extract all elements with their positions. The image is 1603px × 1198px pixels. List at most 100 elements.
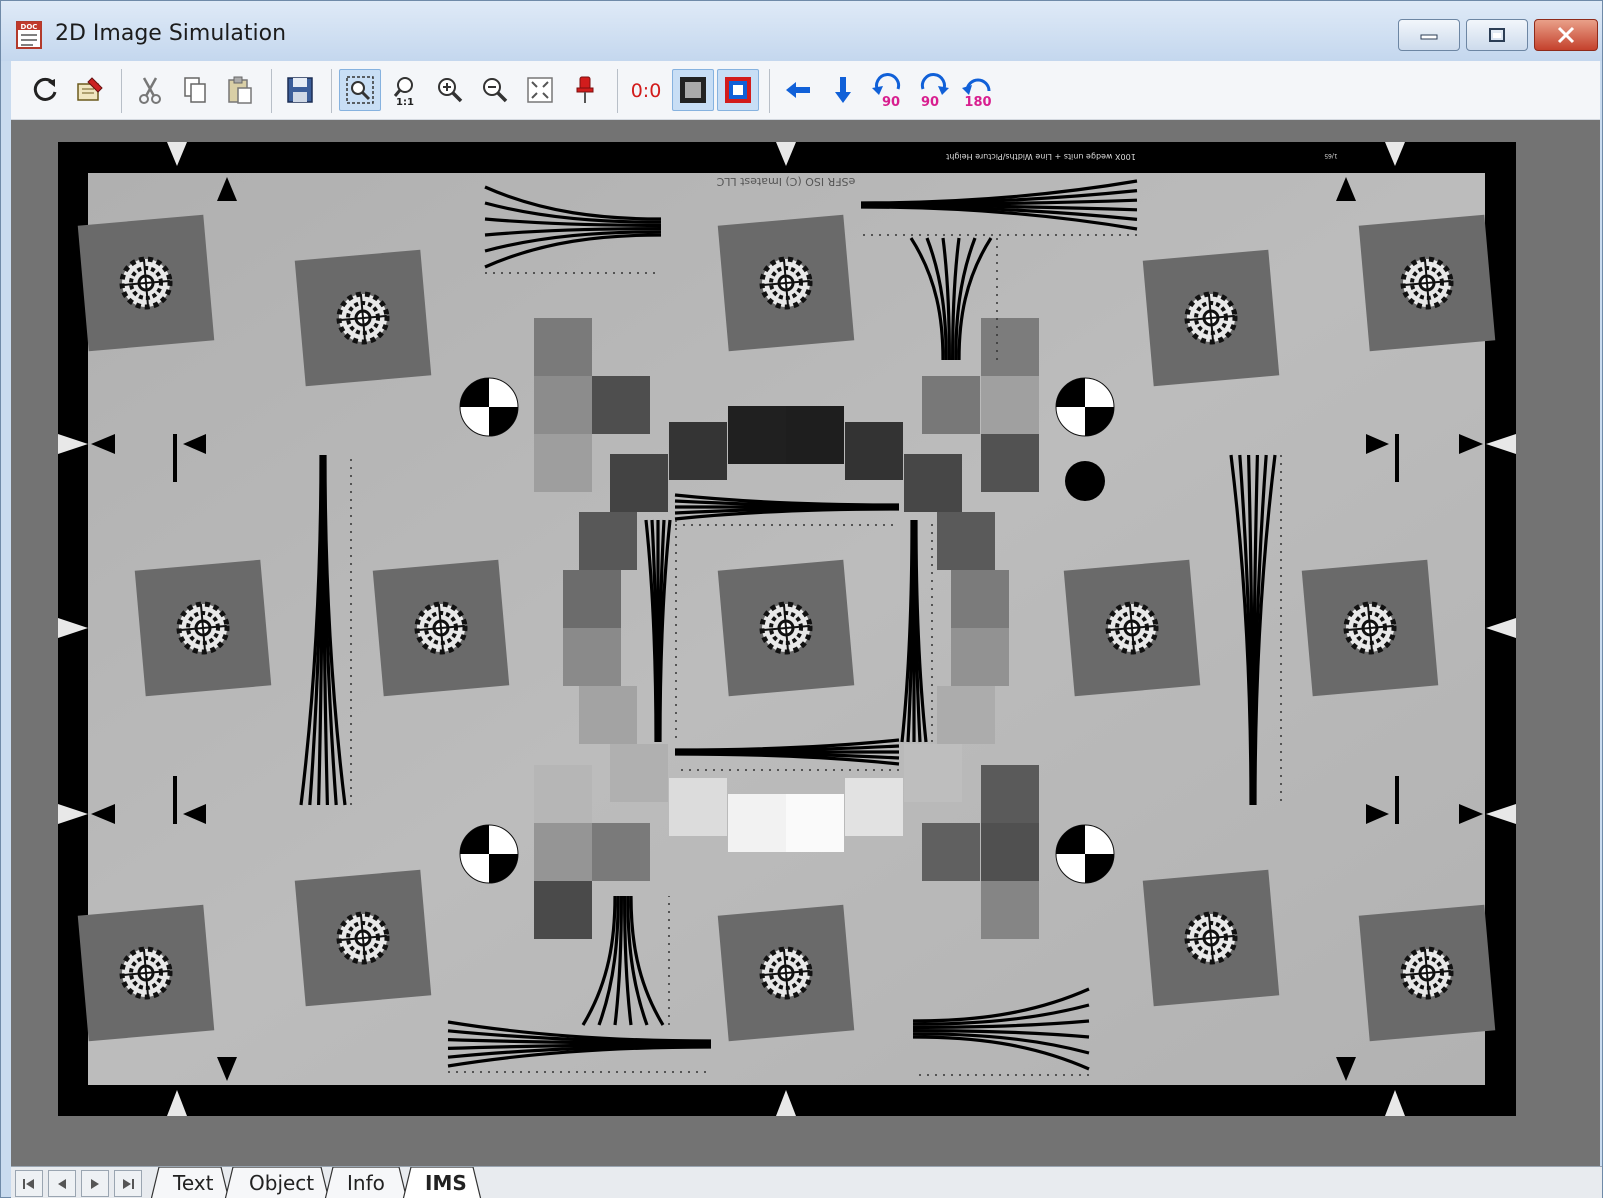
- zoom-one-to-one-button[interactable]: 1:1: [384, 69, 426, 111]
- slanted-square: [77, 214, 215, 352]
- refresh-button[interactable]: [24, 69, 66, 111]
- slanted-square: [134, 559, 272, 697]
- arrow-left-button[interactable]: [777, 69, 819, 111]
- tab-ims-label: IMS: [425, 1171, 467, 1195]
- gray-frame-button[interactable]: [672, 69, 714, 111]
- tab-text-label: Text: [173, 1171, 214, 1195]
- gray-patch: [937, 686, 995, 744]
- rotate-left-90-button[interactable]: 90: [867, 69, 909, 111]
- edit-properties-button[interactable]: [69, 69, 111, 111]
- zoom-selection-icon: [346, 76, 374, 104]
- cut-button[interactable]: [129, 69, 171, 111]
- black-dot: [1065, 461, 1105, 501]
- sheet-tab-bar: Text Object Info IMS: [11, 1166, 1602, 1198]
- arrow-left-icon: [786, 82, 810, 98]
- slanted-square: [372, 559, 510, 697]
- app-window: DOC 2D Image Simulation 1:1 0:0 90 90 18…: [0, 0, 1603, 1198]
- pin-button[interactable]: [564, 69, 606, 111]
- doc-icon-label: DOC: [21, 23, 38, 31]
- refresh-icon: [33, 77, 57, 101]
- slanted-square: [294, 869, 432, 1007]
- gray-patch: [981, 765, 1039, 823]
- gray-patch: [534, 881, 592, 939]
- slanted-square: [1142, 249, 1280, 387]
- minimize-button[interactable]: [1398, 19, 1460, 51]
- rotate-180-button[interactable]: 180: [957, 69, 999, 111]
- gray-patch: [728, 406, 786, 464]
- slanted-square: [717, 904, 855, 1042]
- first-tab-button[interactable]: [15, 1170, 43, 1197]
- zoom-selection-button[interactable]: [339, 69, 381, 111]
- chart-copyright: eSFR ISO (C) Imatest LLC: [716, 175, 855, 188]
- gray-patch: [922, 376, 980, 434]
- arrow-down-button[interactable]: [822, 69, 864, 111]
- rotate-right-90-button[interactable]: 90: [912, 69, 954, 111]
- gray-patch: [981, 434, 1039, 492]
- zoom-in-icon: [438, 78, 463, 103]
- gray-patch: [981, 318, 1039, 376]
- close-button[interactable]: [1534, 19, 1598, 51]
- rotate-180-label: 180: [964, 95, 991, 107]
- zoom-out-button[interactable]: [474, 69, 516, 111]
- last-tab-icon: [123, 1178, 134, 1189]
- pin-icon: [576, 76, 594, 103]
- zoom-in-button[interactable]: [429, 69, 471, 111]
- gray-patch: [592, 823, 650, 881]
- image-view[interactable]: eSFR ISO (C) Imatest LLC 100X wedge unit…: [11, 120, 1600, 1166]
- registration-mark-top-left: [459, 377, 519, 437]
- slanted-square: [717, 559, 855, 697]
- registration-mark-bottom-right: [1055, 824, 1115, 884]
- tab-text[interactable]: Text: [161, 1167, 221, 1198]
- zoom-one-to-one-label: 1:1: [396, 97, 414, 106]
- last-tab-button[interactable]: [114, 1170, 142, 1197]
- copy-button[interactable]: [174, 69, 216, 111]
- next-tab-button[interactable]: [81, 1170, 109, 1197]
- save-icon: [287, 77, 313, 103]
- slanted-square: [1301, 559, 1439, 697]
- previous-tab-button[interactable]: [48, 1170, 76, 1197]
- color-frame-button[interactable]: [717, 69, 759, 111]
- close-icon: [1557, 26, 1575, 44]
- rotate-left-90-icon: 90: [872, 73, 900, 107]
- chart-caption: 100X wedge units + Line Widths/Picture H…: [946, 152, 1136, 161]
- fit-to-window-icon: [527, 77, 553, 103]
- origin-label: 0:0: [631, 80, 662, 102]
- gray-patch: [981, 376, 1039, 434]
- gray-patch: [922, 823, 980, 881]
- gray-patch: [951, 628, 1009, 686]
- gray-patch: [786, 406, 844, 464]
- tab-object[interactable]: Object: [235, 1167, 331, 1198]
- gray-patch: [728, 794, 786, 852]
- window-title: 2D Image Simulation: [55, 21, 287, 46]
- gray-patch: [951, 570, 1009, 628]
- gray-patch: [904, 744, 962, 802]
- save-button[interactable]: [279, 69, 321, 111]
- gray-patch: [845, 422, 903, 480]
- gray-patch: [534, 823, 592, 881]
- zoom-out-icon: [483, 78, 508, 103]
- rotate-right-90-label: 90: [921, 95, 939, 107]
- paste-button[interactable]: [219, 69, 261, 111]
- zoom-one-to-one-icon: 1:1: [393, 77, 414, 106]
- first-tab-icon: [23, 1178, 34, 1189]
- paste-icon: [228, 76, 252, 104]
- gray-patch: [563, 628, 621, 686]
- slanted-square: [1063, 559, 1201, 697]
- rotate-left-90-label: 90: [882, 95, 900, 107]
- gray-patch: [845, 778, 903, 836]
- tab-info[interactable]: Info: [335, 1167, 405, 1198]
- slanted-square: [717, 214, 855, 352]
- origin-button[interactable]: 0:0: [625, 69, 667, 111]
- maximize-icon: [1489, 28, 1505, 42]
- fit-to-window-button[interactable]: [519, 69, 561, 111]
- gray-patch: [579, 686, 637, 744]
- cut-icon: [139, 77, 161, 104]
- tab-ims[interactable]: IMS: [413, 1167, 483, 1198]
- esfr-test-chart[interactable]: eSFR ISO (C) Imatest LLC 100X wedge unit…: [11, 120, 1600, 1166]
- gray-patch: [981, 881, 1039, 939]
- maximize-button[interactable]: [1466, 19, 1528, 51]
- chart-small-label: 1/65: [1324, 152, 1338, 159]
- gray-patch: [534, 434, 592, 492]
- gray-patch: [534, 765, 592, 823]
- gray-patch: [534, 318, 592, 376]
